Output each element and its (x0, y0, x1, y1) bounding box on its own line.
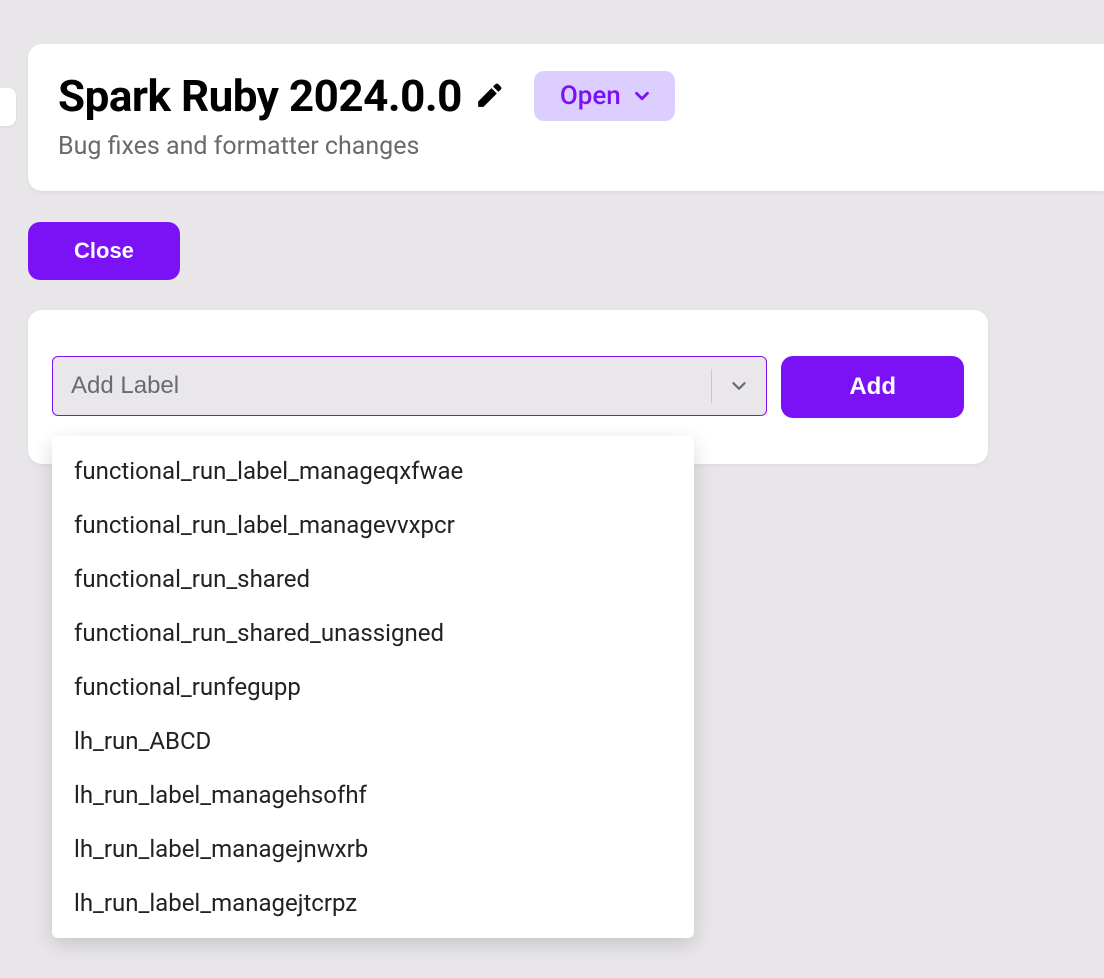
label-combobox[interactable] (52, 356, 767, 416)
dropdown-item[interactable]: functional_run_shared (52, 552, 694, 606)
page-title: Spark Ruby 2024.0.0 (58, 70, 462, 122)
dropdown-item[interactable]: functional_run_label_manageqxfwae (52, 444, 694, 498)
add-button[interactable]: Add (781, 356, 964, 418)
close-button[interactable]: Close (28, 222, 180, 280)
title-row: Spark Ruby 2024.0.0 Open (58, 70, 1074, 122)
dropdown-item[interactable]: functional_runfegupp (52, 660, 694, 714)
chevron-down-icon (631, 85, 653, 107)
dropdown-item[interactable]: functional_run_shared_unassigned (52, 606, 694, 660)
status-badge[interactable]: Open (534, 71, 675, 121)
status-badge-label: Open (560, 81, 621, 111)
edit-icon[interactable] (476, 83, 502, 109)
header-card: Spark Ruby 2024.0.0 Open Bug fixes and f… (28, 44, 1104, 191)
dropdown-item[interactable]: lh_run_label_managehsofhf (52, 768, 694, 822)
label-input[interactable] (71, 357, 711, 415)
label-dropdown-menu: functional_run_label_manageqxfwaefunctio… (52, 436, 694, 938)
dropdown-item[interactable]: lh_run_label_managejnwxrb (52, 822, 694, 876)
dropdown-item[interactable]: lh_run_ABCD (52, 714, 694, 768)
combobox-toggle[interactable] (712, 357, 766, 415)
label-row: Add (52, 356, 964, 418)
chevron-down-icon (728, 375, 750, 397)
dropdown-item[interactable]: lh_run_label_managejtcrpz (52, 876, 694, 930)
dropdown-item[interactable]: functional_run_label_managevvxpcr (52, 498, 694, 552)
page-subtitle: Bug fixes and formatter changes (58, 132, 1074, 161)
left-edge-tab (0, 88, 16, 126)
